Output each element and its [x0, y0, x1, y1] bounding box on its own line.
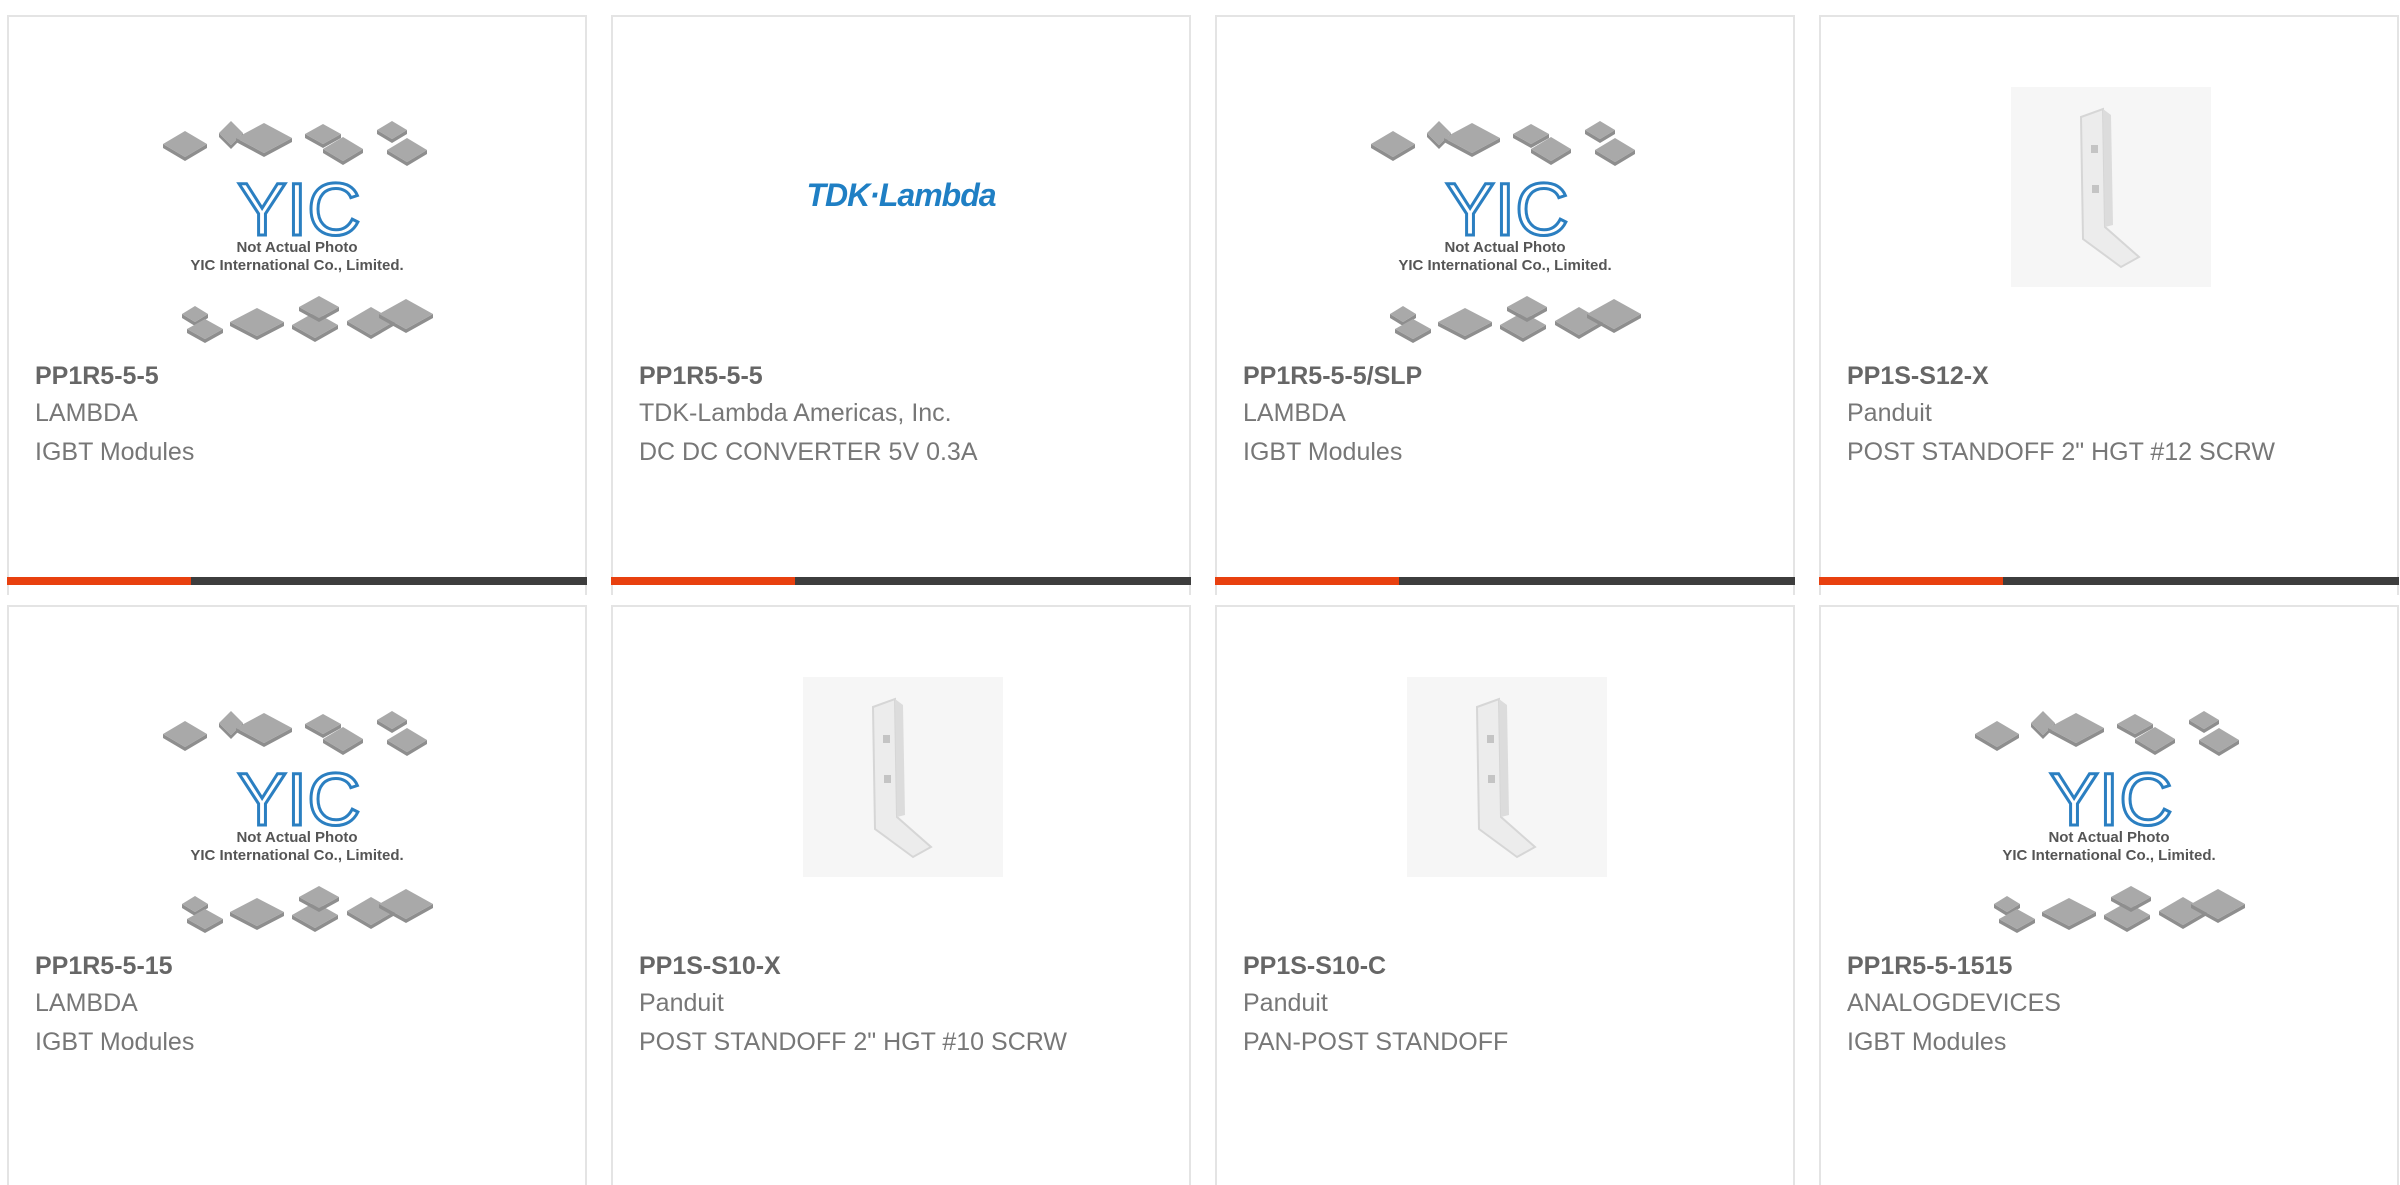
placeholder-caption: YIC International Co., Limited.: [2002, 847, 2216, 864]
yic-placeholder-graphic: YIC: [1371, 121, 1641, 343]
manufacturer: Panduit: [639, 989, 724, 1017]
card-accent-bar: [7, 577, 587, 585]
manufacturer: Panduit: [1243, 989, 1328, 1017]
part-number[interactable]: PP1R5-5-15: [35, 952, 173, 981]
description: IGBT Modules: [35, 1028, 195, 1056]
chip-icon: [219, 121, 243, 149]
card-accent-bar: [1215, 577, 1795, 585]
chip-icon: [219, 711, 243, 739]
chip-icon: [236, 123, 292, 157]
manufacturer: TDK-Lambda Americas, Inc.: [639, 399, 952, 427]
product-card[interactable]: TDK·Lambda PP1R5-5-5 TDK-Lambda Americas…: [611, 15, 1191, 595]
placeholder-caption: Not Actual Photo: [236, 829, 358, 846]
description: PAN-POST STANDOFF: [1243, 1028, 1509, 1056]
chip-icon: [230, 898, 284, 930]
part-number[interactable]: PP1R5-5-5: [35, 362, 159, 391]
chip-icon: [1438, 308, 1492, 340]
chip-icon: [163, 721, 207, 751]
manufacturer: LAMBDA: [35, 989, 138, 1017]
product-image[interactable]: TDK·Lambda: [613, 17, 1189, 357]
part-number[interactable]: PP1S-S10-X: [639, 952, 781, 981]
standoff-bracket-graphic: [803, 677, 1003, 877]
product-card[interactable]: PP1S-S12-X Panduit POST STANDOFF 2" HGT …: [1819, 15, 2399, 595]
chip-icon: [236, 713, 292, 747]
part-number[interactable]: PP1R5-5-1515: [1847, 952, 2012, 981]
product-card[interactable]: YIC Not Actual Photo YIC International Co.…: [1215, 15, 1795, 595]
yic-placeholder-graphic: YIC: [163, 711, 433, 933]
manufacturer: LAMBDA: [1243, 399, 1346, 427]
chip-icon: [2042, 898, 2096, 930]
product-card[interactable]: YIC Not Actual Photo YIC International Co.…: [7, 605, 587, 1185]
chip-icon: [230, 308, 284, 340]
part-number[interactable]: PP1S-S12-X: [1847, 362, 1989, 391]
chip-icon: [1371, 131, 1415, 161]
manufacturer: Panduit: [1847, 399, 1932, 427]
product-image[interactable]: YIC Not Actual Photo YIC International Co.…: [1821, 607, 2397, 947]
tdk-lambda-logo: TDK·Lambda: [806, 177, 996, 213]
product-image[interactable]: YIC Not Actual Photo YIC International Co.…: [1217, 17, 1793, 357]
description: POST STANDOFF 2" HGT #10 SCRW: [639, 1028, 1067, 1056]
description: IGBT Modules: [35, 438, 195, 466]
chip-icon: [1444, 123, 1500, 157]
card-accent-bar: [611, 577, 1191, 585]
chip-icon: [1975, 721, 2019, 751]
yic-placeholder-graphic: YIC: [163, 121, 433, 343]
part-number[interactable]: PP1R5-5-5: [639, 362, 763, 391]
chip-icon: [2048, 713, 2104, 747]
placeholder-caption: YIC International Co., Limited.: [1398, 257, 1612, 274]
part-number[interactable]: PP1S-S10-C: [1243, 952, 1386, 981]
placeholder-caption: YIC International Co., Limited.: [190, 257, 404, 274]
chip-icon: [377, 121, 407, 143]
standoff-bracket-graphic: [1407, 677, 1607, 877]
product-image[interactable]: YIC Not Actual Photo YIC International Co.…: [9, 17, 585, 357]
card-accent-bar: [1819, 577, 2399, 585]
product-image[interactable]: YIC Not Actual Photo YIC International Co.…: [9, 607, 585, 947]
standoff-bracket-graphic: [2011, 87, 2211, 287]
yic-placeholder-graphic: YIC: [1975, 711, 2245, 933]
product-card[interactable]: YIC Not Actual Photo YIC International Co.…: [1819, 605, 2399, 1185]
manufacturer: LAMBDA: [35, 399, 138, 427]
product-card[interactable]: PP1S-S10-X Panduit POST STANDOFF 2" HGT …: [611, 605, 1191, 1185]
chip-icon: [377, 711, 407, 733]
placeholder-caption: Not Actual Photo: [1444, 239, 1566, 256]
description: POST STANDOFF 2" HGT #12 SCRW: [1847, 438, 2275, 466]
manufacturer: ANALOGDEVICES: [1847, 989, 2061, 1017]
placeholder-caption: Not Actual Photo: [2048, 829, 2170, 846]
placeholder-caption: YIC International Co., Limited.: [190, 847, 404, 864]
chip-icon: [1585, 121, 1615, 143]
product-card[interactable]: PP1S-S10-C Panduit PAN-POST STANDOFF: [1215, 605, 1795, 1185]
description: DC DC CONVERTER 5V 0.3A: [639, 438, 978, 466]
placeholder-caption: Not Actual Photo: [236, 239, 358, 256]
description: IGBT Modules: [1847, 1028, 2007, 1056]
chip-icon: [2189, 711, 2219, 733]
product-card[interactable]: YIC Not Actual Photo YIC International Co.…: [7, 15, 587, 595]
chip-icon: [163, 131, 207, 161]
chip-icon: [1427, 121, 1451, 149]
part-number[interactable]: PP1R5-5-5/SLP: [1243, 362, 1422, 391]
product-image[interactable]: [1217, 607, 1793, 947]
product-image[interactable]: [1821, 17, 2397, 357]
chip-icon: [2031, 711, 2055, 739]
product-image[interactable]: [613, 607, 1189, 947]
description: IGBT Modules: [1243, 438, 1403, 466]
